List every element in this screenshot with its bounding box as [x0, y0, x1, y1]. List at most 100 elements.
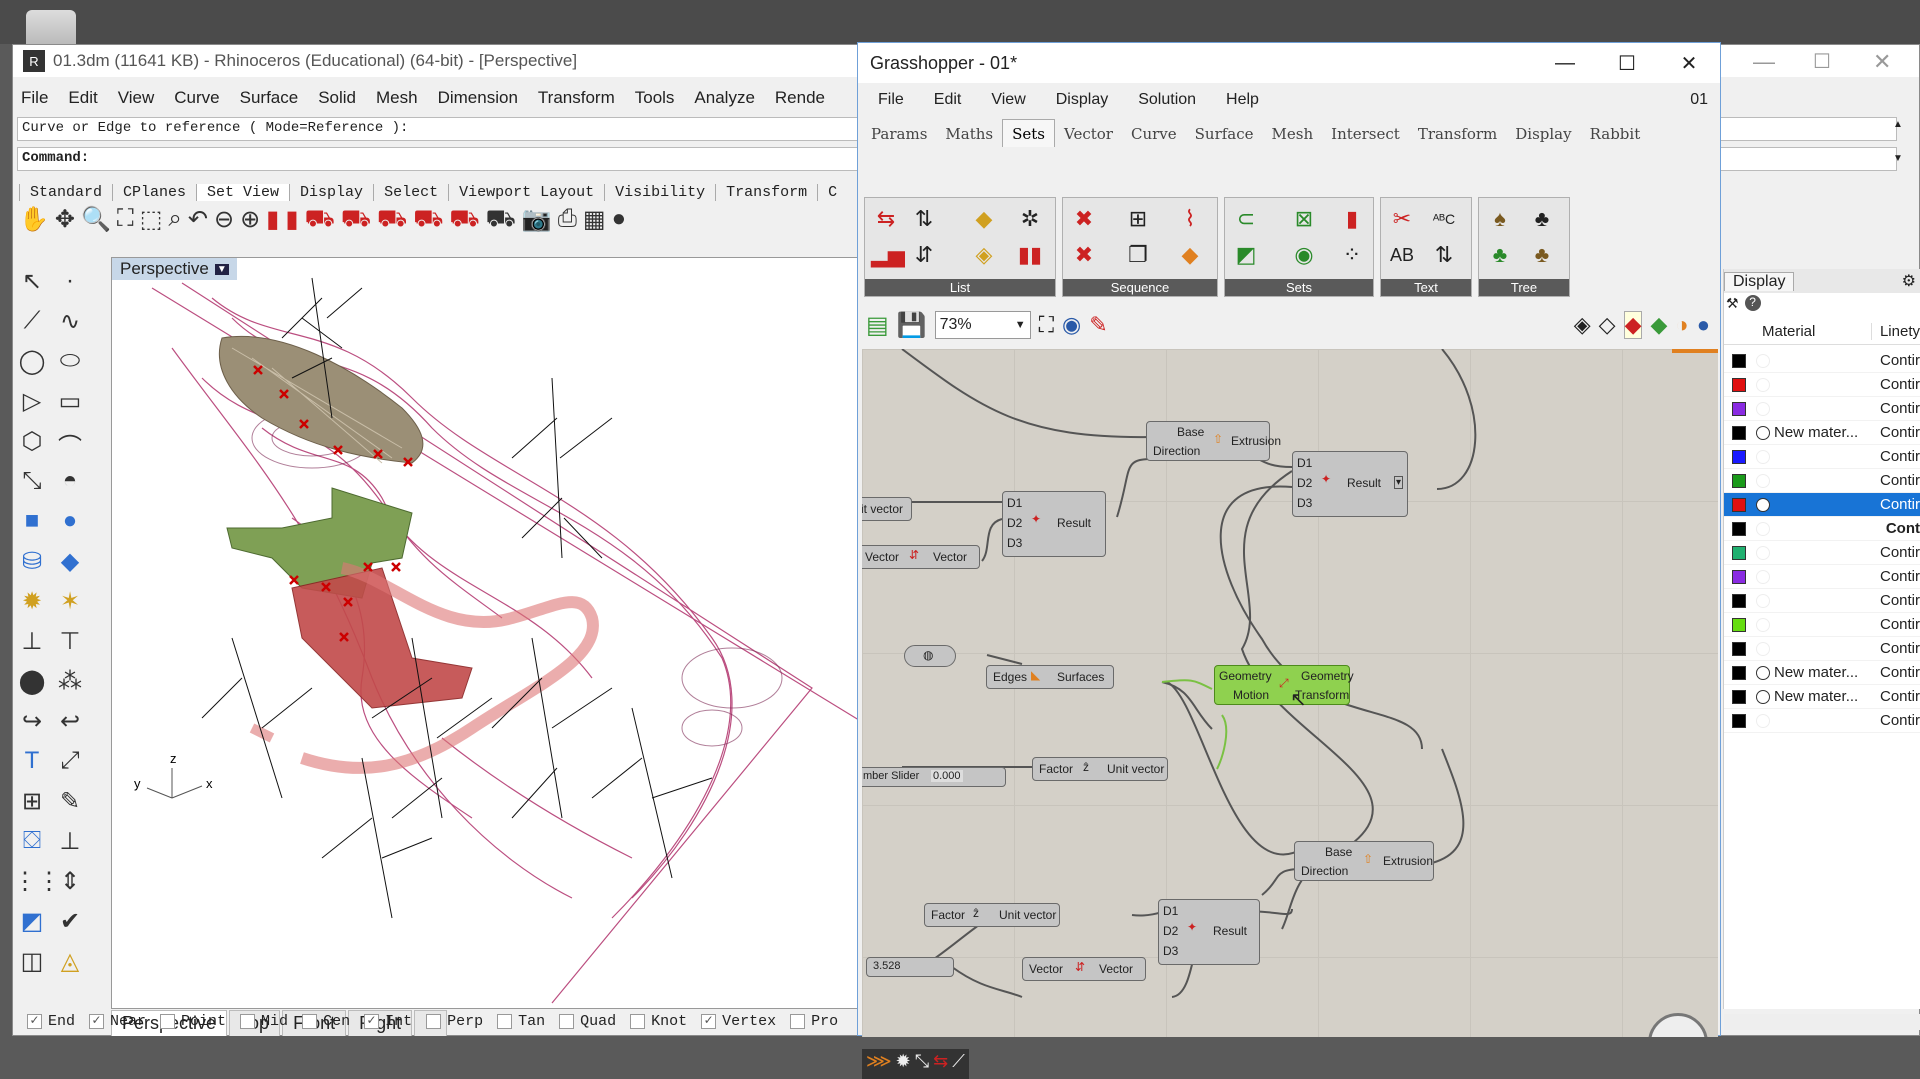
layer-row[interactable]: Contir — [1724, 445, 1920, 469]
list-item-icon[interactable]: ⇆ — [871, 204, 901, 234]
rhino-scroll-down-icon[interactable]: ▼ — [1893, 153, 1903, 164]
panel-gear-icon[interactable]: ⚙ — [1902, 271, 1916, 291]
merge-component-3[interactable]: D1 D2 D3 ✦ Result — [1158, 899, 1260, 965]
header-material[interactable]: Material — [1762, 323, 1815, 340]
layer-linetype[interactable]: Contir — [1880, 616, 1920, 633]
merge1-collapse-icon[interactable]: ▾ — [1393, 476, 1403, 489]
rotate-view-icon[interactable]: ✥ — [55, 205, 75, 245]
paint-icon[interactable]: ◬ — [51, 947, 89, 987]
layer-linetype[interactable]: Cont — [1886, 520, 1920, 537]
text-icon[interactable]: T — [13, 747, 51, 787]
circle-icon[interactable]: ◯ — [13, 347, 51, 387]
set-union-icon[interactable]: ⊂ — [1231, 204, 1261, 234]
layer-color-swatch[interactable] — [1732, 449, 1746, 464]
zoom-selected-icon[interactable]: ⌕ — [168, 205, 181, 245]
sort-text-icon[interactable]: ⇅ — [1429, 240, 1459, 270]
offset-icon[interactable]: ↩ — [51, 707, 89, 747]
rhino-menu-view[interactable]: View — [118, 88, 155, 107]
gh-menu-display[interactable]: Display — [1056, 91, 1108, 109]
cylinder-icon[interactable]: ⛁ — [13, 547, 51, 587]
cull-pattern-icon[interactable]: ✖ — [1069, 240, 1099, 270]
graft-tree-icon[interactable]: ♠ — [1485, 204, 1515, 234]
bottom-tool-3-icon[interactable]: ⤡ — [915, 1051, 929, 1077]
gh-tab-display[interactable]: Display — [1506, 120, 1580, 148]
osnap-end[interactable]: ✓ End — [27, 1013, 75, 1030]
sphere-solid-icon[interactable]: ● — [51, 507, 89, 547]
rhino-menu-transform[interactable]: Transform — [538, 88, 615, 107]
rhino-menu-edit[interactable]: Edit — [68, 88, 97, 107]
sketch-pen-icon[interactable]: ✎ — [1089, 312, 1107, 338]
transform-component-selected[interactable]: Geometry Motion ⤢ Geometry Transform — [1214, 665, 1354, 705]
rhino-menu-file[interactable]: File — [21, 88, 48, 107]
gh-tab-curve[interactable]: Curve — [1122, 120, 1186, 148]
rhino-menu-solid[interactable]: Solid — [318, 88, 356, 107]
unit-vector-component-3[interactable]: Factor ẑ Unit vector — [924, 903, 1060, 927]
replace-items-icon[interactable]: ▮▮ — [1015, 240, 1045, 270]
rhino-max-icon[interactable]: ☐ — [1813, 49, 1831, 74]
rhino-menu-analyze[interactable]: Analyze — [694, 88, 754, 107]
zoom-window-icon[interactable]: ⬚ — [140, 205, 163, 245]
gh-tab-mesh[interactable]: Mesh — [1263, 120, 1323, 148]
extrusion-component-1[interactable]: Base Direction ⇧ Extrusion — [1146, 421, 1281, 461]
recycle-bin-icon[interactable] — [26, 10, 76, 44]
vector1-input[interactable]: Vector — [865, 550, 899, 564]
layer-color-swatch[interactable] — [1732, 401, 1746, 416]
vector-component-2[interactable]: Vector ⇵ Vector — [1022, 957, 1146, 981]
layer-linetype[interactable]: Contir — [1880, 448, 1920, 465]
gh-max-icon[interactable]: ☐ — [1596, 51, 1658, 76]
point-icon[interactable]: · — [51, 267, 89, 307]
zoom-out-icon[interactable]: ⊖ — [214, 205, 234, 245]
boolean-icon[interactable]: ⊥ — [13, 627, 51, 667]
panel-text-label[interactable]: Text — [1381, 279, 1471, 296]
rhino-close-icon[interactable]: ✕ — [1873, 49, 1891, 75]
osnap-tan[interactable]: Tan — [497, 1013, 545, 1030]
osnap-checkbox[interactable]: ✓ — [89, 1014, 105, 1029]
layer-row[interactable]: Contir — [1724, 373, 1920, 397]
car5-icon[interactable]: ⛟ — [449, 205, 479, 245]
set-majority-icon[interactable]: ◉ — [1289, 240, 1319, 270]
help-icon[interactable]: ? — [1744, 295, 1761, 311]
layer-row[interactable]: Contir — [1724, 709, 1920, 733]
panel-sets-label[interactable]: Sets — [1225, 279, 1373, 296]
toolbar-tab-standard[interactable]: Standard — [19, 184, 112, 201]
zoom-icon[interactable]: 🔍 — [81, 205, 111, 245]
layer-row[interactable]: Contir — [1724, 589, 1920, 613]
series-icon[interactable]: ⊞ — [1123, 204, 1153, 234]
analyze-icon[interactable]: ◫ — [13, 947, 51, 987]
member-index-icon[interactable]: ⊠ — [1289, 204, 1319, 234]
toolbar-tab-cplanes[interactable]: CPlanes — [112, 184, 196, 201]
gh-tab-intersect[interactable]: Intersect — [1322, 120, 1409, 148]
gh-menu-solution[interactable]: Solution — [1138, 91, 1196, 109]
rhino-menu-mesh[interactable]: Mesh — [376, 88, 418, 107]
osnap-vertex[interactable]: ✓ Vertex — [701, 1013, 776, 1030]
osnap-checkbox[interactable] — [630, 1014, 646, 1029]
rhino-scroll-up-icon[interactable]: ▲ — [1893, 119, 1903, 130]
layer-material[interactable] — [1756, 713, 1866, 728]
fillet-icon[interactable]: ↪ — [13, 707, 51, 747]
curve-icon[interactable]: ∿ — [51, 307, 89, 347]
preview-shaded-icon[interactable]: ◇ — [1599, 312, 1616, 338]
list-length-icon[interactable]: ◆ — [969, 204, 999, 234]
osnap-int[interactable]: ✓ Int — [364, 1013, 412, 1030]
gh-min-icon[interactable]: — — [1534, 52, 1596, 75]
osnap-checkbox[interactable] — [497, 1014, 513, 1029]
layer-material[interactable]: New mater... — [1756, 664, 1866, 681]
panel-list-label[interactable]: List — [865, 279, 1055, 296]
osnap-checkbox[interactable] — [302, 1014, 318, 1029]
edges-input[interactable]: Edges — [993, 670, 1027, 684]
osnap-checkbox[interactable] — [160, 1014, 176, 1029]
arc-icon[interactable]: ⌒ — [51, 427, 89, 467]
car-icon[interactable]: ⛟ — [305, 205, 335, 245]
car2-icon[interactable]: ⛟ — [341, 205, 371, 245]
osnap-near[interactable]: ✓ Near — [89, 1013, 146, 1030]
layer-row[interactable]: Contir — [1724, 613, 1920, 637]
box-icon[interactable]: ■ — [13, 507, 51, 547]
layer-color-swatch[interactable] — [1732, 521, 1746, 536]
ruler-icon[interactable]: ⊥ — [51, 827, 89, 867]
layout-icon[interactable]: ▦ — [583, 205, 606, 245]
dimension-icon[interactable]: ⤢ — [51, 747, 89, 787]
layer-linetype[interactable]: Contir — [1880, 712, 1920, 729]
range-icon[interactable]: ⌇ — [1175, 204, 1205, 234]
layer-material[interactable] — [1756, 473, 1866, 488]
layer-material[interactable] — [1756, 617, 1866, 632]
